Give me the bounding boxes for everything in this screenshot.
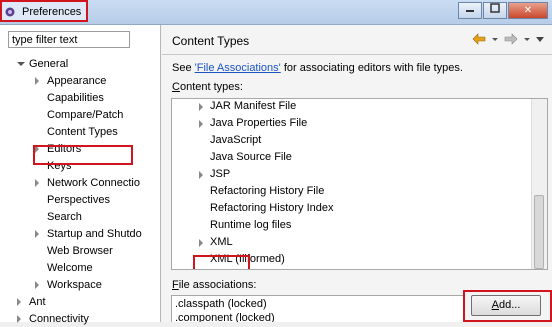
expand-closed-icon[interactable] bbox=[17, 298, 21, 306]
file-association-item[interactable]: .component (locked) bbox=[175, 311, 275, 322]
close-icon: ✕ bbox=[523, 5, 533, 16]
back-menu-chevron-down-icon[interactable] bbox=[492, 33, 498, 45]
view-menu-chevron-down-icon[interactable] bbox=[536, 33, 544, 45]
tree-item-label: Perspectives bbox=[47, 194, 110, 206]
tree-item-label: Ant bbox=[29, 296, 46, 308]
window-title: Preferences bbox=[22, 6, 82, 18]
file-associations-label: File associations: bbox=[172, 279, 256, 291]
maximize-button[interactable] bbox=[483, 2, 507, 19]
file-association-item[interactable]: .classpath (locked) bbox=[175, 297, 267, 311]
content-type-item[interactable]: JAR Manifest File bbox=[210, 99, 296, 115]
content-types-label-text: ontent types: bbox=[179, 81, 243, 93]
expand-closed-icon[interactable] bbox=[199, 103, 203, 111]
tree-item-label: General bbox=[29, 58, 69, 70]
title-highlight: Preferences bbox=[0, 0, 88, 22]
window-controls: ✕ bbox=[457, 2, 548, 19]
expand-closed-icon[interactable] bbox=[35, 281, 39, 289]
content-types-scrollbar[interactable] bbox=[531, 99, 547, 269]
add-mnemonic: A bbox=[491, 299, 499, 311]
scrollbar-thumb[interactable] bbox=[534, 195, 544, 269]
forward-icon[interactable] bbox=[504, 33, 518, 45]
content-type-item[interactable]: JSP bbox=[210, 166, 230, 183]
forward-menu-chevron-down-icon[interactable] bbox=[524, 33, 530, 45]
expand-closed-icon[interactable] bbox=[35, 230, 39, 238]
title-separator bbox=[162, 54, 552, 55]
tree-item-label: Search bbox=[47, 211, 82, 223]
content-type-item[interactable]: Runtime log files bbox=[210, 217, 291, 234]
expand-closed-icon[interactable] bbox=[199, 171, 203, 179]
tree-item-label: Network Connectio bbox=[47, 177, 140, 189]
back-icon[interactable] bbox=[472, 33, 486, 45]
minimize-button[interactable] bbox=[458, 2, 482, 19]
file-associations-list[interactable]: .classpath (locked) .component (locked) bbox=[171, 295, 465, 322]
tree-item-label: Web Browser bbox=[47, 245, 113, 257]
content-type-item[interactable]: Java Properties File bbox=[210, 115, 307, 132]
content-type-item[interactable]: Refactoring History File bbox=[210, 183, 324, 200]
content-types-mnemonic: C bbox=[172, 81, 180, 93]
content-types-label: Content types: bbox=[172, 81, 243, 93]
add-button-label: dd... bbox=[498, 299, 521, 311]
page-title: Content Types bbox=[172, 34, 250, 48]
content-types-page: Content Types See 'File Associations' fo… bbox=[162, 25, 552, 322]
filter-input[interactable] bbox=[8, 31, 130, 48]
tree-item-label: Welcome bbox=[47, 262, 93, 274]
content-type-item[interactable]: Java Source File bbox=[210, 149, 292, 166]
tree-item-label: Startup and Shutdo bbox=[47, 228, 142, 240]
add-button[interactable]: Add... bbox=[471, 295, 541, 316]
close-button[interactable]: ✕ bbox=[508, 2, 548, 19]
content-types-tree[interactable]: JAR Manifest File Java Properties File Jav… bbox=[171, 98, 548, 270]
content-type-item[interactable]: JavaScript bbox=[210, 132, 261, 149]
file-associations-label-text: ile associations: bbox=[178, 279, 257, 291]
tree-item-label: Connectivity bbox=[29, 313, 89, 325]
expand-closed-icon[interactable] bbox=[199, 239, 203, 247]
title-bar: Preferences ✕ bbox=[0, 0, 552, 25]
expand-closed-icon[interactable] bbox=[199, 120, 203, 128]
file-associations-hint: See 'File Associations' for associating … bbox=[172, 62, 463, 74]
content-type-item[interactable]: XML bbox=[210, 234, 233, 251]
file-associations-link[interactable]: 'File Associations' bbox=[195, 62, 281, 74]
hint-suffix: for associating editors with file types. bbox=[280, 62, 463, 74]
tree-item-label: Compare/Patch bbox=[47, 109, 124, 121]
tree-item-label: Appearance bbox=[47, 75, 107, 87]
tree-item-label: Capabilities bbox=[47, 92, 104, 104]
hint-prefix: See bbox=[172, 62, 195, 74]
expand-closed-icon[interactable] bbox=[35, 179, 39, 187]
preferences-tree-pane: General Appearance Capabilities Compare/Pat… bbox=[0, 25, 161, 325]
file-associations-mnemonic: F bbox=[172, 279, 179, 291]
xml-highlight bbox=[193, 255, 250, 269]
tree-item-label: Content Types bbox=[47, 126, 118, 138]
minimize-icon bbox=[466, 10, 474, 12]
content-types-highlight bbox=[33, 145, 133, 165]
content-type-item[interactable]: Refactoring History Index bbox=[210, 200, 334, 217]
expand-open-icon[interactable] bbox=[17, 62, 25, 66]
tree-item-label: Workspace bbox=[47, 279, 102, 291]
preferences-app-icon bbox=[5, 7, 15, 17]
expand-closed-icon[interactable] bbox=[35, 77, 39, 85]
page-navigation bbox=[472, 33, 544, 45]
maximize-icon bbox=[490, 3, 500, 13]
